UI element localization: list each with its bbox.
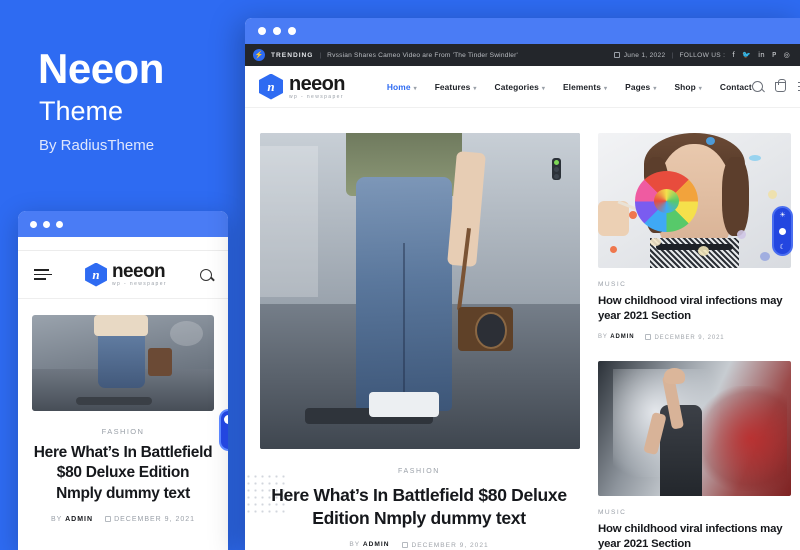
cart-icon[interactable]: [774, 78, 786, 92]
facebook-icon[interactable]: f: [732, 51, 735, 59]
mobile-article-category[interactable]: FASHION: [32, 427, 214, 436]
sidebar-post-date: DECEMBER 9, 2021: [645, 333, 724, 341]
sidebar-post-image: [598, 361, 791, 497]
sun-icon: ☀: [779, 212, 786, 219]
nav-item-categories[interactable]: Categories ▾: [495, 82, 545, 92]
sidebar-post-category[interactable]: MUSIC: [598, 509, 796, 516]
hero-date: DECEMBER 9, 2021: [402, 541, 488, 549]
dot-pattern-decoration: [245, 473, 287, 513]
pinterest-icon[interactable]: P: [772, 51, 777, 59]
calendar-icon: [613, 52, 620, 58]
mobile-dark-mode-toggle[interactable]: [219, 409, 228, 451]
mobile-location-strip: ▼Chicago 12, Melborne City, USA: [18, 237, 228, 251]
window-dot-close[interactable]: [30, 220, 37, 228]
mobile-article-date: DECEMBER 9, 2021: [105, 515, 195, 523]
mobile-logo[interactable]: neeon wp - newspaper: [85, 262, 167, 287]
nav-item-pages[interactable]: Pages ▾: [625, 82, 656, 92]
mobile-article-author: BY ADMIN: [50, 515, 94, 523]
chevron-down-icon: ▾: [698, 85, 702, 92]
window-dot-minimize[interactable]: [43, 220, 50, 228]
trending-label: TRENDING: [271, 51, 314, 59]
hero-category[interactable]: FASHION: [254, 468, 584, 475]
toggle-knob: [224, 415, 228, 424]
topbar-date: June 1, 2022: [623, 51, 666, 59]
sidebar-post-2: MUSIC How childhood viral infections may…: [598, 361, 796, 550]
hero-column: FASHION Here What’s In Battlefield $80 D…: [254, 133, 584, 550]
toggle-knob: [779, 227, 786, 235]
instagram-icon[interactable]: ◎: [784, 51, 790, 59]
window-dot-minimize[interactable]: [273, 27, 281, 35]
trending-bolt-icon: ⚡: [253, 49, 265, 61]
sidebar-post-category[interactable]: MUSIC: [598, 281, 796, 288]
nav-item-features[interactable]: Features ▾: [435, 82, 477, 92]
desktop-navbar: neeon wp - newspaper Home▾ Features▾ Cat…: [245, 66, 800, 108]
trending-separator: |: [319, 51, 322, 59]
nav-item-home[interactable]: Home ▾: [387, 82, 417, 92]
twitter-icon[interactable]: 🐦: [742, 51, 751, 59]
mobile-article-card: FASHION Here What’s In Battlefield $80 D…: [18, 299, 228, 524]
hero-image: [260, 133, 580, 449]
promo-subtitle: Theme: [39, 96, 124, 126]
hero-meta: BY ADMIN DECEMBER 9, 2021: [254, 541, 584, 549]
promo-author: By RadiusTheme: [39, 137, 155, 154]
mobile-article-title[interactable]: Here What’s In Battlefield $80 Deluxe Ed…: [32, 443, 214, 504]
sidebar-column: MUSIC How childhood viral infections may…: [598, 133, 796, 550]
sidebar-post-title[interactable]: How childhood viral infections may year …: [598, 522, 796, 550]
nav-item-shop[interactable]: Shop ▾: [674, 82, 701, 92]
search-icon[interactable]: [751, 81, 763, 92]
mobile-preview-window: ▼Chicago 12, Melborne City, USA neeon wp…: [18, 211, 228, 550]
desktop-preview-window: ⚡ TRENDING | Rvssian Shares Cameo Video …: [245, 18, 800, 550]
window-dot-close[interactable]: [258, 27, 266, 35]
search-icon[interactable]: [200, 268, 212, 281]
sidebar-post-1: MUSIC How childhood viral infections may…: [598, 133, 796, 341]
desktop-window-chrome: [245, 18, 800, 44]
mobile-article-image: [32, 315, 214, 411]
navbar-icons: [751, 78, 800, 92]
brand-name: neeon: [289, 72, 346, 95]
chevron-down-icon: ▾: [473, 85, 477, 92]
social-links: f 🐦 in P ◎: [732, 51, 790, 59]
linkedin-icon[interactable]: in: [758, 51, 765, 59]
window-dot-maximize[interactable]: [288, 27, 296, 35]
desktop-content: FASHION Here What’s In Battlefield $80 D…: [245, 108, 800, 550]
hero-title[interactable]: Here What’s In Battlefield $80 Deluxe Ed…: [254, 484, 584, 530]
brand-name: neeon: [112, 261, 166, 282]
screenshot-root: Neeon Theme By RadiusTheme ▼Chicago 12, …: [0, 0, 800, 550]
calendar-icon: [402, 541, 409, 548]
follow-us-label: FOLLOW US :: [679, 51, 726, 59]
sidebar-post-author: BY ADMIN: [598, 334, 635, 341]
window-dot-maximize[interactable]: [56, 220, 63, 228]
trending-bar: ⚡ TRENDING | Rvssian Shares Cameo Video …: [245, 44, 800, 66]
brand-tagline: wp - newspaper: [112, 281, 167, 287]
trending-headline[interactable]: Rvssian Shares Cameo Video are From 'The…: [327, 52, 518, 59]
sidebar-post-image: [598, 133, 791, 268]
brand-hex-icon: [259, 73, 283, 100]
chevron-down-icon: ▾: [541, 85, 545, 92]
chevron-down-icon: ▾: [604, 85, 608, 92]
mobile-navbar: neeon wp - newspaper: [18, 251, 228, 299]
topbar-right: June 1, 2022 | FOLLOW US : f 🐦 in P ◎: [613, 51, 790, 59]
nav-item-elements[interactable]: Elements ▾: [563, 82, 607, 92]
desktop-logo[interactable]: neeon wp - newspaper: [259, 72, 346, 100]
hamburger-icon[interactable]: [34, 268, 52, 281]
sidebar-post-meta: BY ADMIN DECEMBER 9, 2021: [598, 333, 796, 341]
mobile-window-chrome: [18, 211, 228, 237]
brand-hex-icon: [85, 262, 108, 287]
chevron-down-icon: ▾: [413, 85, 417, 92]
hero-author: BY ADMIN: [349, 541, 390, 548]
promo-title: Neeon: [38, 45, 164, 92]
nav-item-contact[interactable]: Contact: [720, 82, 752, 92]
brand-tagline: wp - newspaper: [289, 93, 344, 100]
primary-menu: Home ▾ Features ▾ Categories ▾ Elements ▾ Pa…: [387, 82, 752, 92]
mobile-article-meta: BY ADMIN DECEMBER 9, 2021: [32, 515, 214, 524]
calendar-icon: [105, 516, 112, 523]
dark-mode-toggle[interactable]: ☀ ☾: [772, 206, 793, 256]
sidebar-post-title[interactable]: How childhood viral infections may year …: [598, 294, 796, 324]
chevron-down-icon: ▾: [653, 85, 657, 92]
calendar-icon: [645, 334, 652, 341]
moon-icon: ☾: [779, 244, 786, 251]
